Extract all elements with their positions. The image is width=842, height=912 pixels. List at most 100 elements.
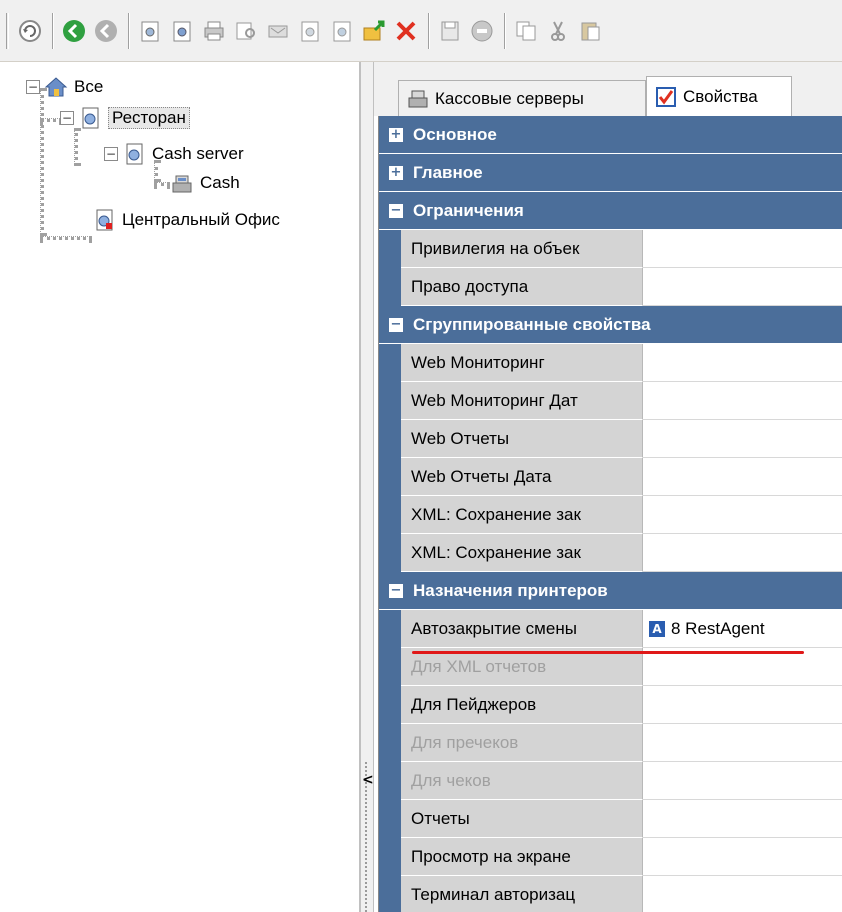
property-value[interactable]	[643, 800, 842, 838]
print-icon[interactable]	[199, 13, 229, 49]
printer-agent-icon: A	[649, 620, 665, 637]
panel-splitter[interactable]: <	[360, 62, 374, 912]
property-row[interactable]: Терминал авторизац	[379, 876, 842, 912]
move-up-icon[interactable]	[359, 13, 389, 49]
property-value[interactable]	[643, 420, 842, 458]
expand-icon[interactable]: +	[389, 165, 403, 180]
collapse-icon[interactable]: −	[389, 203, 403, 218]
property-row-auto-close[interactable]: Автозакрытие смены A 8 RestAgent	[379, 610, 842, 648]
save-icon[interactable]	[435, 13, 465, 49]
toolbar-separator	[504, 12, 506, 49]
toolbar	[0, 0, 842, 62]
cancel-icon[interactable]	[467, 13, 497, 49]
tree-node-cash[interactable]: Cash	[170, 170, 240, 196]
copy-icon[interactable]	[511, 13, 541, 49]
home-icon	[44, 77, 68, 97]
property-row[interactable]: Web Отчеты	[379, 420, 842, 458]
category-main[interactable]: + Главное	[379, 154, 842, 192]
property-value[interactable]	[643, 762, 842, 800]
property-name: Web Мониторинг	[401, 344, 643, 382]
delete-icon[interactable]	[391, 13, 421, 49]
property-value[interactable]	[643, 534, 842, 572]
property-name: Просмотр на экране	[401, 838, 643, 876]
property-value[interactable]	[643, 230, 842, 268]
object-tree[interactable]: − Все − Ресторан − Cash server Cash Цент…	[4, 62, 360, 912]
tree-node-restaurant[interactable]: − Ресторан	[60, 105, 190, 131]
row-margin	[379, 344, 401, 382]
property-value[interactable]	[643, 382, 842, 420]
property-row[interactable]: Web Отчеты Дата	[379, 458, 842, 496]
property-row[interactable]: Для Пейджеров	[379, 686, 842, 724]
tab-label-cash-servers: Кассовые серверы	[435, 88, 584, 108]
object-icon-2[interactable]	[327, 13, 357, 49]
property-row[interactable]: Привилегия на объек	[379, 230, 842, 268]
cut-icon[interactable]	[543, 13, 573, 49]
property-grid: + Основное + Главное − Ограничения Приви…	[378, 116, 842, 912]
refresh-icon[interactable]	[15, 13, 45, 49]
property-row[interactable]: XML: Сохранение зак	[379, 534, 842, 572]
property-name: Право доступа	[401, 268, 643, 306]
category-label: Главное	[413, 162, 483, 182]
property-value[interactable]	[643, 724, 842, 762]
tab-cash-servers[interactable]: Кассовые серверы	[398, 80, 646, 116]
collapse-icon[interactable]: −	[104, 147, 118, 161]
tree-node-cash-server[interactable]: − Cash server	[104, 141, 244, 167]
property-row[interactable]: Для пречеков	[379, 724, 842, 762]
export-icon[interactable]	[263, 13, 293, 49]
collapse-icon[interactable]: −	[60, 111, 74, 125]
property-name: Web Мониторинг Дат	[401, 382, 643, 420]
row-margin	[379, 534, 401, 572]
category-label: Назначения принтеров	[413, 580, 608, 600]
row-margin	[379, 724, 401, 762]
property-row[interactable]: Просмотр на экране	[379, 838, 842, 876]
row-margin	[379, 876, 401, 912]
collapse-icon[interactable]: −	[26, 80, 40, 94]
tree-line	[40, 236, 92, 240]
property-row[interactable]: XML: Сохранение зак	[379, 496, 842, 534]
new-object-icon[interactable]	[135, 13, 165, 49]
property-row[interactable]: Право доступа	[379, 268, 842, 306]
row-margin	[379, 838, 401, 876]
property-row[interactable]: Отчеты	[379, 800, 842, 838]
tree-label-restaurant: Ресторан	[108, 107, 190, 129]
toolbar-grip[interactable]	[6, 12, 9, 49]
new-child-icon[interactable]	[167, 13, 197, 49]
print-preview-icon[interactable]	[231, 13, 261, 49]
property-value[interactable]	[643, 344, 842, 382]
property-row[interactable]: Web Мониторинг	[379, 344, 842, 382]
forward-icon[interactable]	[91, 13, 121, 49]
tree-label-cash: Cash	[200, 173, 240, 192]
property-value[interactable]	[643, 838, 842, 876]
back-icon[interactable]	[59, 13, 89, 49]
collapse-left-icon[interactable]: <	[362, 772, 374, 796]
expand-icon[interactable]: +	[389, 127, 403, 142]
category-printers[interactable]: − Назначения принтеров	[379, 572, 842, 610]
collapse-icon[interactable]: −	[389, 583, 403, 598]
property-value[interactable]	[643, 876, 842, 912]
property-value[interactable]	[643, 496, 842, 534]
property-value[interactable]: A 8 RestAgent	[643, 610, 842, 648]
property-name: XML: Сохранение зак	[401, 496, 643, 534]
central-office-icon	[96, 209, 113, 231]
property-name: Web Отчеты Дата	[401, 458, 643, 496]
property-name: Отчеты	[401, 800, 643, 838]
collapse-icon[interactable]: −	[389, 317, 403, 332]
property-value[interactable]	[643, 458, 842, 496]
tree-node-all[interactable]: − Все	[26, 74, 103, 100]
row-margin	[379, 382, 401, 420]
property-name: Для Пейджеров	[401, 686, 643, 724]
property-value[interactable]	[643, 686, 842, 724]
property-value[interactable]	[643, 268, 842, 306]
category-grouped[interactable]: − Сгруппированные свойства	[379, 306, 842, 344]
tab-properties[interactable]: Свойства	[646, 76, 792, 116]
property-row[interactable]: Web Мониторинг Дат	[379, 382, 842, 420]
category-label: Сгруппированные свойства	[413, 314, 651, 334]
property-name: Для чеков	[401, 762, 643, 800]
object-icon[interactable]	[295, 13, 325, 49]
category-basic[interactable]: + Основное	[379, 116, 842, 154]
category-restrictions[interactable]: − Ограничения	[379, 192, 842, 230]
paste-icon[interactable]	[575, 13, 605, 49]
tab-strip: Кассовые серверы Свойства	[374, 62, 842, 116]
property-row[interactable]: Для чеков	[379, 762, 842, 800]
tree-node-central-office[interactable]: Центральный Офис	[92, 207, 280, 233]
